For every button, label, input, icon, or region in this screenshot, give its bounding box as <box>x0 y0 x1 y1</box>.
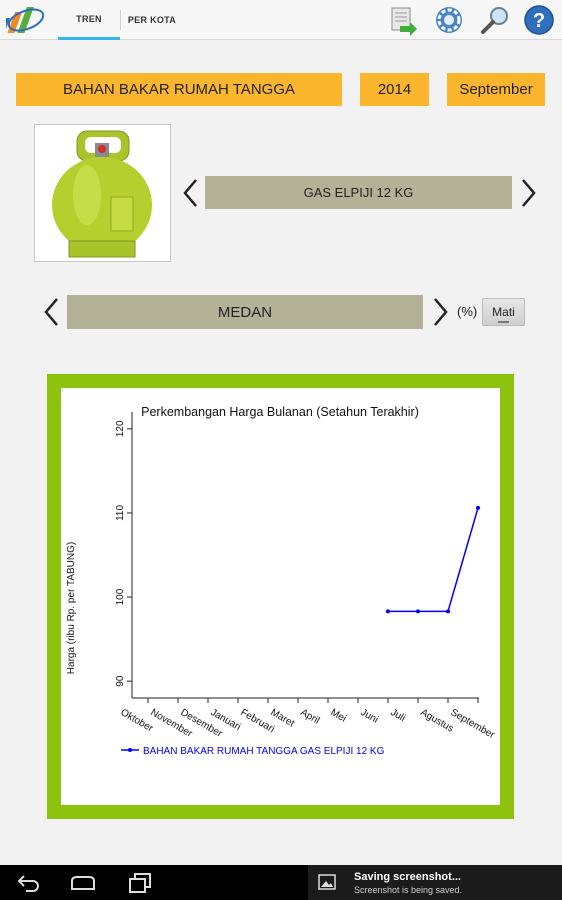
back-icon[interactable] <box>14 871 42 895</box>
city-label: MEDAN <box>217 303 273 321</box>
action-bar: TREN PER KOTA ? <box>0 0 562 40</box>
next-commodity-icon[interactable] <box>517 177 539 209</box>
export-icon[interactable] <box>386 4 418 36</box>
x-tick-label: Agustus <box>419 707 456 735</box>
chart-title: Perkembangan Harga Bulanan (Setahun Tera… <box>141 405 419 419</box>
screenshot-notification[interactable]: Saving screenshot... Screenshot is being… <box>308 865 562 900</box>
previous-commodity-icon[interactable] <box>180 177 202 209</box>
y-tick-label: 90 <box>115 675 126 687</box>
next-city-icon[interactable] <box>429 296 451 328</box>
x-tick-label: Mei <box>329 707 348 725</box>
tab-per-kota[interactable]: PER KOTA <box>121 0 183 40</box>
x-tick-label: April <box>299 707 322 727</box>
data-point <box>476 505 480 510</box>
month-selector[interactable]: September <box>447 73 545 106</box>
percent-toggle-label: Mati <box>492 305 515 319</box>
commodity-selector[interactable]: GAS ELPIJI 12 KG <box>205 176 512 209</box>
x-tick-label: Juli <box>389 707 408 724</box>
year-selector[interactable]: 2014 <box>360 73 429 106</box>
chart-panel: Perkembangan Harga Bulanan (Setahun Tera… <box>61 388 500 805</box>
help-icon[interactable]: ? <box>523 4 555 36</box>
price-trend-chart: Perkembangan Harga Bulanan (Setahun Tera… <box>66 405 497 757</box>
image-icon <box>318 874 336 890</box>
data-point <box>386 609 390 614</box>
y-tick-label: 120 <box>115 420 126 437</box>
data-point <box>446 609 450 614</box>
year-label: 2014 <box>377 81 412 98</box>
legend-swatch-point <box>128 748 132 752</box>
y-tick-label: 100 <box>115 588 126 605</box>
y-tick-label: 110 <box>115 505 126 521</box>
recent-apps-icon[interactable] <box>126 871 154 895</box>
data-point <box>416 609 420 614</box>
tab-tren[interactable]: TREN <box>58 0 120 40</box>
series-line <box>388 507 479 613</box>
tab-per-kota-label: PER KOTA <box>127 15 177 25</box>
percent-toggle-button[interactable]: Mati <box>482 298 525 326</box>
search-icon[interactable] <box>479 4 511 36</box>
home-icon[interactable] <box>69 871 97 895</box>
x-tick-label: September <box>449 707 497 741</box>
month-label: September <box>459 81 533 98</box>
settings-icon[interactable] <box>433 4 465 36</box>
x-tick-label: Oktober <box>119 707 156 735</box>
notification-subtitle: Screenshot is being saved. <box>354 885 463 895</box>
svg-text:?: ? <box>533 10 545 32</box>
notification-title: Saving screenshot... <box>354 871 461 883</box>
system-navigation-bar: Saving screenshot... Screenshot is being… <box>0 865 562 900</box>
x-tick-label: Juni <box>359 707 380 726</box>
legend-label: BAHAN BAKAR RUMAH TANGGA GAS ELPIJI 12 K… <box>143 746 385 757</box>
y-axis-label: Harga (ribu Rp. per TABUNG) <box>66 542 77 674</box>
bps-logo <box>6 7 45 33</box>
commodity-image <box>34 124 171 262</box>
percent-label: (%) <box>457 304 478 319</box>
commodity-label: GAS ELPIJI 12 KG <box>303 185 414 200</box>
gas-cylinder-icon <box>52 130 152 258</box>
previous-city-icon[interactable] <box>41 296 63 328</box>
chart-frame: Perkembangan Harga Bulanan (Setahun Tera… <box>47 374 514 819</box>
commodity-group-selector[interactable]: BAHAN BAKAR RUMAH TANGGA <box>16 73 342 106</box>
city-selector[interactable]: MEDAN <box>67 295 423 329</box>
tab-tren-label: TREN <box>76 13 102 24</box>
commodity-group-label: BAHAN BAKAR RUMAH TANGGA <box>63 81 295 98</box>
